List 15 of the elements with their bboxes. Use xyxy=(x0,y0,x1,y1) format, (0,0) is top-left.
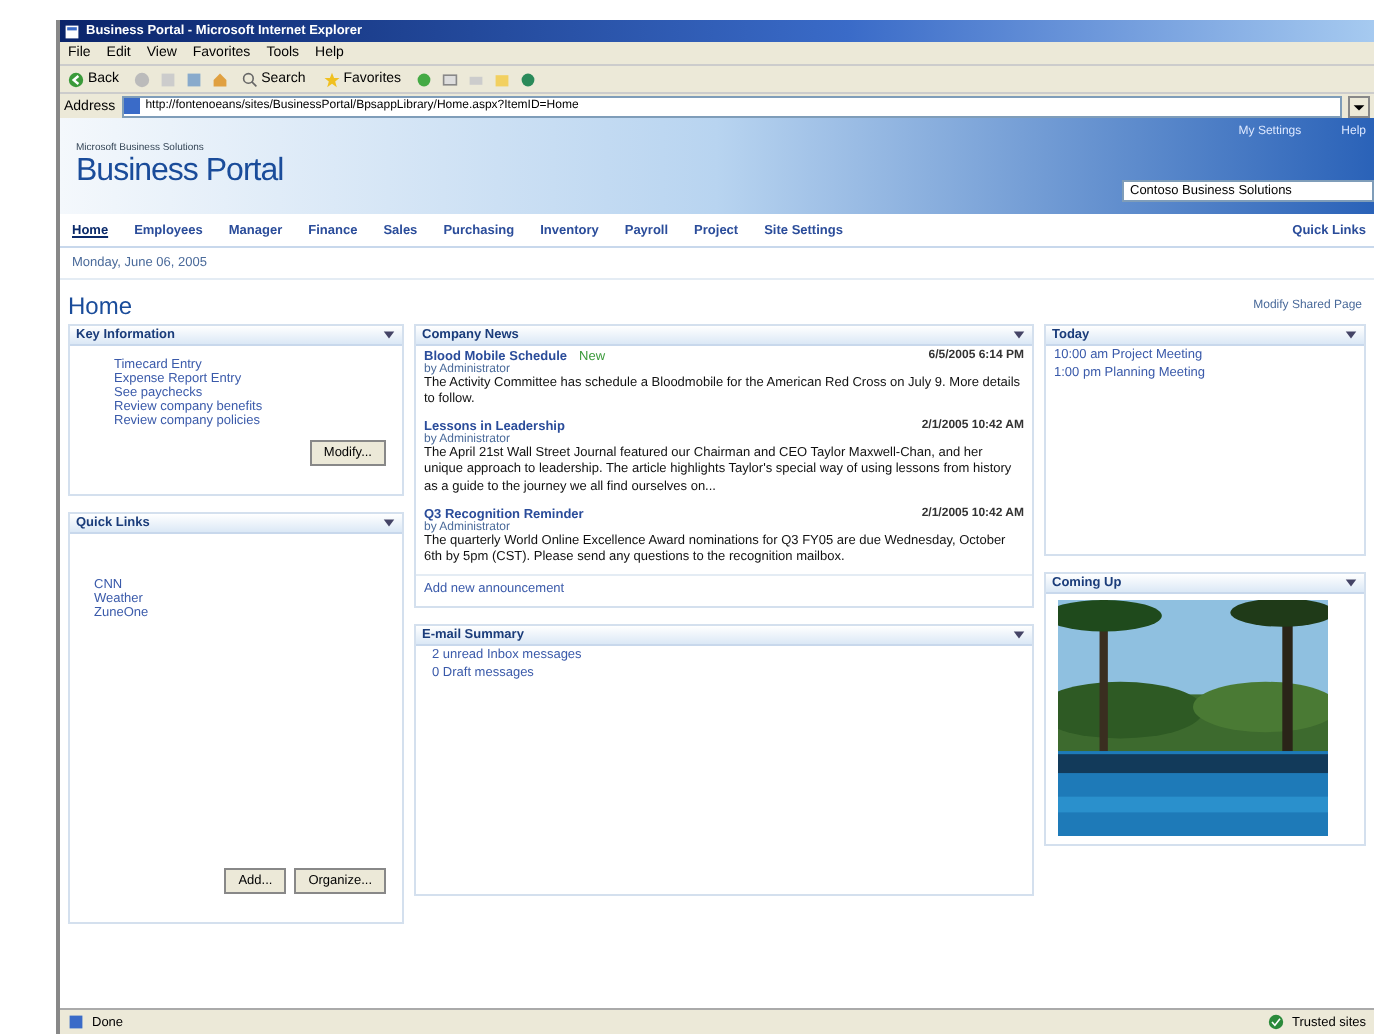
caret-icon[interactable] xyxy=(1344,328,1358,342)
page-title: Home xyxy=(68,292,133,320)
dropdown-icon[interactable] xyxy=(1348,95,1370,117)
caret-icon[interactable] xyxy=(1012,328,1026,342)
home-icon[interactable] xyxy=(211,71,228,87)
caret-icon[interactable] xyxy=(382,516,396,530)
caret-icon[interactable] xyxy=(1344,576,1358,590)
check-icon xyxy=(1268,1014,1285,1030)
portal-title: Business Portal xyxy=(76,154,284,190)
caret-icon[interactable] xyxy=(1012,627,1026,642)
caret-icon[interactable] xyxy=(382,328,396,342)
star-icon xyxy=(323,71,340,87)
browser-icon xyxy=(64,23,80,39)
back-arrow-icon xyxy=(68,71,84,87)
search-icon xyxy=(241,71,258,87)
